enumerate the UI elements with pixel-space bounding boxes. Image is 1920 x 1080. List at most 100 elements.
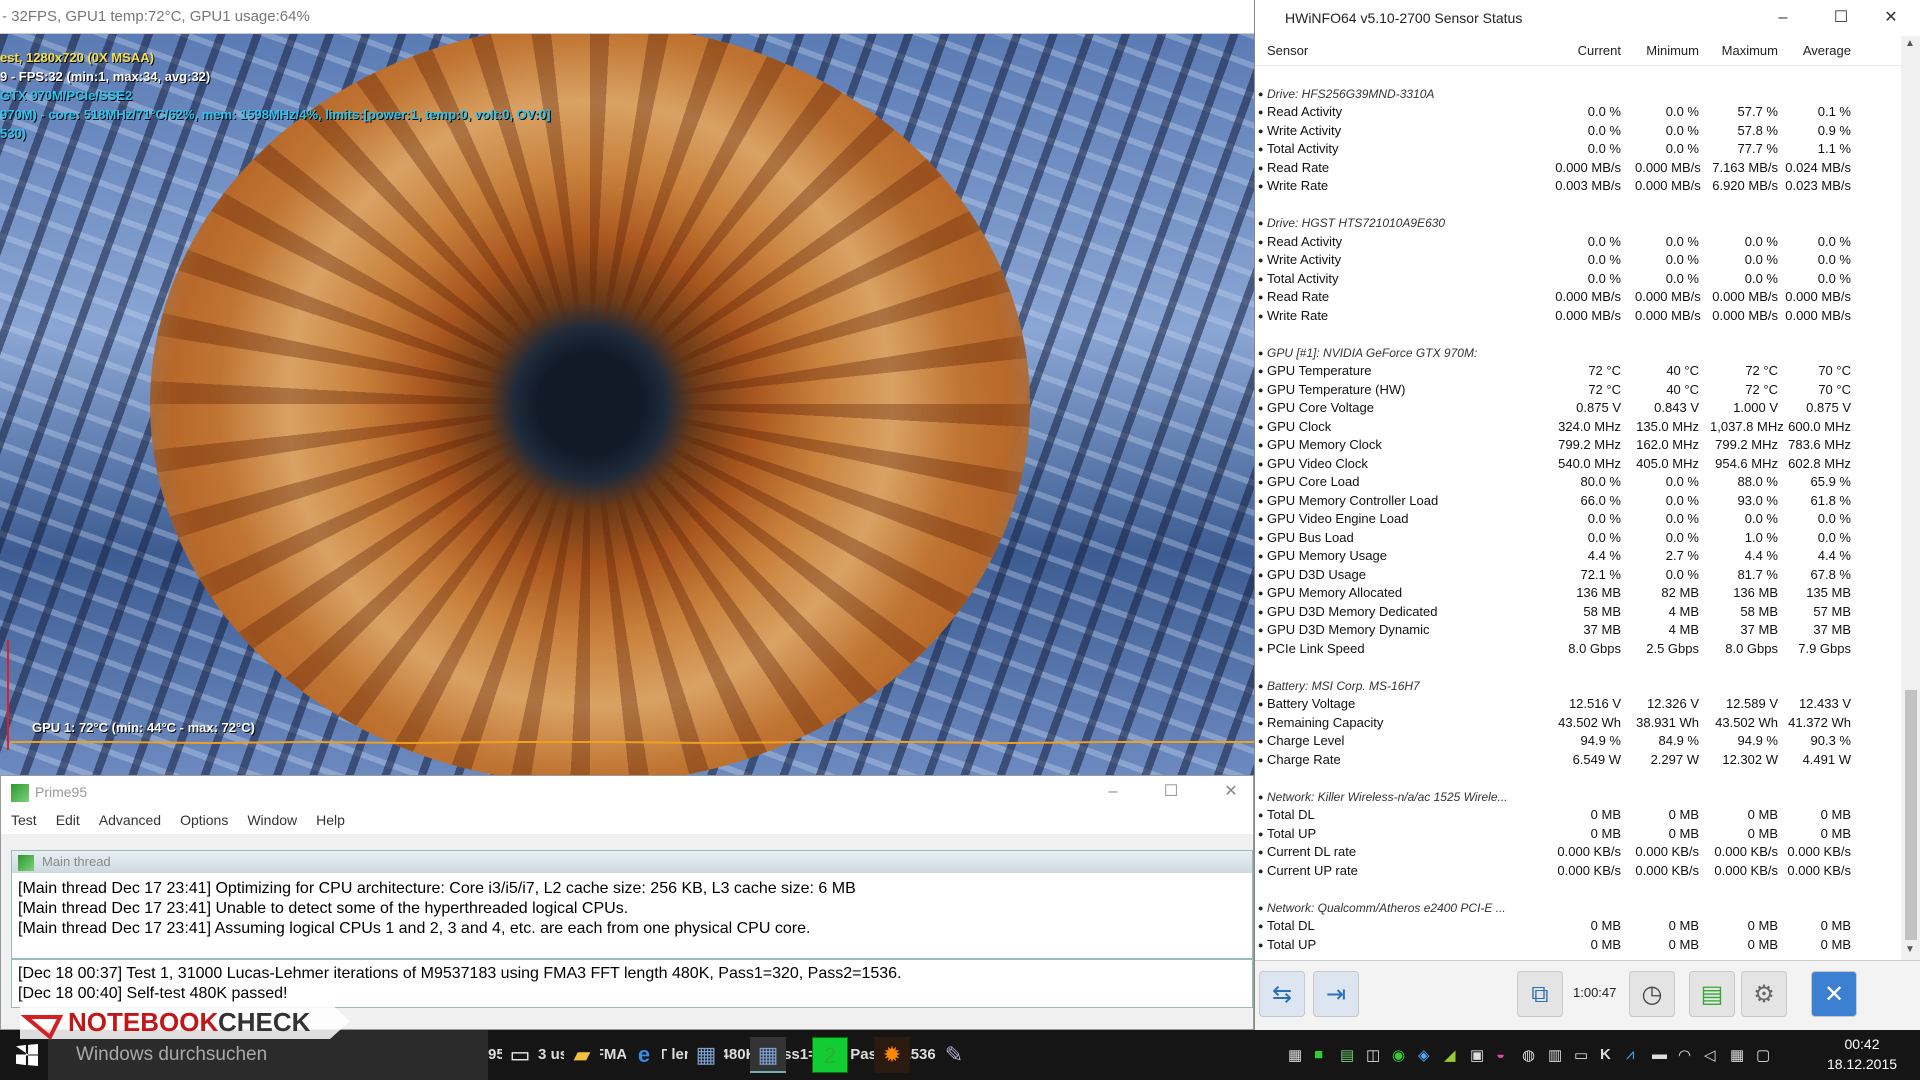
sensor-group-row[interactable]: ● Drive: HGST HTS721010A9E630 xyxy=(1255,214,1901,233)
keyboard-icon[interactable]: ▦ xyxy=(1730,1046,1744,1064)
col-minimum[interactable]: Minimum xyxy=(1635,43,1699,58)
col-average[interactable]: Average xyxy=(1785,43,1851,58)
hwinfo-active-taskbar-icon[interactable]: ▦ xyxy=(750,1037,786,1073)
volume-icon[interactable]: ◁ xyxy=(1704,1046,1716,1064)
tray-icon-6[interactable]: ◈ xyxy=(1418,1046,1430,1064)
col-sensor[interactable]: Sensor xyxy=(1267,43,1308,58)
sensor-value-avg: 61.8 % xyxy=(1810,492,1851,508)
close-button[interactable]: ✕ xyxy=(1201,776,1261,808)
task-view-icon[interactable]: ▭ xyxy=(502,1037,538,1073)
tray-icon-8[interactable]: ▣ xyxy=(1470,1046,1484,1064)
sensor-group-row[interactable]: ● Battery: MSI Corp. MS-16H7 xyxy=(1255,677,1901,696)
sensor-row[interactable]: ● Write Activity 0.0 % 0.0 % 0.0 % 0.0 % xyxy=(1255,251,1901,270)
sensor-row[interactable]: ● GPU Memory Clock 799.2 MHz 162.0 MHz 799.2… xyxy=(1255,436,1901,455)
menu-options[interactable]: Options xyxy=(170,808,237,828)
menu-test[interactable]: Test xyxy=(1,808,46,828)
sensor-row[interactable]: ● Read Activity 0.0 % 0.0 % 57.7 % 0.1 % xyxy=(1255,103,1901,122)
settings-gear-icon[interactable]: ⚙ xyxy=(1741,971,1787,1017)
edge-browser-icon[interactable]: e xyxy=(626,1037,662,1073)
taskbar-clock[interactable]: 00:42 18.12.2015 xyxy=(1812,1034,1912,1074)
tray-icon-11[interactable]: ▥ xyxy=(1548,1046,1562,1064)
sensor-row[interactable]: ● GPU Video Engine Load 0.0 % 0.0 % 0.0 % 0.0… xyxy=(1255,510,1901,529)
notifications-icon[interactable]: ▢ xyxy=(1756,1046,1770,1064)
sensor-row[interactable]: ● GPU Clock 324.0 MHz 135.0 MHz 1,037.8 MHz 6… xyxy=(1255,418,1901,437)
tray-icon-13[interactable]: K xyxy=(1600,1046,1611,1063)
sensor-row[interactable]: ● GPU Memory Usage 4.4 % 2.7 % 4.4 % 4.4 % xyxy=(1255,547,1901,566)
sensor-row[interactable]: ● GPU Bus Load 0.0 % 0.0 % 1.0 % 0.0 % xyxy=(1255,529,1901,548)
network-computers-icon[interactable]: ⧉ xyxy=(1517,971,1563,1017)
sensor-row[interactable]: ● Read Activity 0.0 % 0.0 % 0.0 % 0.0 % xyxy=(1255,233,1901,252)
expand-arrows-icon[interactable]: ⇆ xyxy=(1259,971,1305,1017)
sensor-group-row[interactable]: ● Drive: HFS256G39MND-3310A xyxy=(1255,85,1901,104)
sensor-row[interactable]: ● Write Rate 0.003 MB/s 0.000 MB/s 6.920 MB/… xyxy=(1255,177,1901,196)
sensor-row[interactable]: ● Total DL 0 MB 0 MB 0 MB 0 MB xyxy=(1255,806,1901,825)
hw-minimize-button[interactable]: – xyxy=(1753,2,1813,34)
prime95-taskbar-icon[interactable]: 2 xyxy=(812,1037,848,1073)
sensor-value-cur: 66.0 % xyxy=(1580,492,1621,508)
sensor-row[interactable]: ● GPU Temperature 72 °C 40 °C 72 °C 70 °C xyxy=(1255,362,1901,381)
close-sensors-icon[interactable]: ✕ xyxy=(1811,971,1857,1017)
menu-edit[interactable]: Edit xyxy=(46,808,89,828)
menu-help[interactable]: Help xyxy=(306,808,354,828)
sensor-row[interactable]: ● GPU Memory Allocated 136 MB 82 MB 136 MB 13… xyxy=(1255,584,1901,603)
sensor-row[interactable]: ● Write Rate 0.000 MB/s 0.000 MB/s 0.000 MB/… xyxy=(1255,307,1901,326)
sensor-group-row[interactable]: ● Network: Qualcomm/Atheros e2400 PCI-E .… xyxy=(1255,899,1901,918)
sensor-group-row[interactable]: ● Network: Killer Wireless-n/a/ac 1525 Wi… xyxy=(1255,788,1901,807)
nvidia-tray-icon[interactable]: ◉ xyxy=(1392,1046,1405,1064)
sensor-row[interactable]: ● Write Activity 0.0 % 0.0 % 57.8 % 0.9 % xyxy=(1255,122,1901,141)
sensor-row[interactable]: ● Total DL 0 MB 0 MB 0 MB 0 MB xyxy=(1255,917,1901,936)
sensor-row[interactable]: ● Total Activity 0.0 % 0.0 % 77.7 % 1.1 % xyxy=(1255,140,1901,159)
sensor-row[interactable]: ● Current UP rate 0.000 KB/s 0.000 KB/s 0.00… xyxy=(1255,862,1901,881)
sensor-row[interactable]: ● Charge Level 94.9 % 84.9 % 94.9 % 90.3 % xyxy=(1255,732,1901,751)
add-report-icon[interactable]: ▤ xyxy=(1689,971,1735,1017)
tray-icon-9[interactable]: ◒ xyxy=(1496,1046,1505,1063)
battery-icon[interactable]: ▬ xyxy=(1652,1046,1667,1063)
sensor-row[interactable]: ● Total Activity 0.0 % 0.0 % 0.0 % 0.0 % xyxy=(1255,270,1901,289)
sensor-row[interactable]: ● GPU Memory Controller Load 66.0 % 0.0 % 93… xyxy=(1255,492,1901,511)
main-thread-window[interactable]: Main thread [Main thread Dec 17 23:41] O… xyxy=(11,850,1253,972)
sensor-row[interactable]: ● GPU Core Voltage 0.875 V 0.843 V 1.000 V 0.… xyxy=(1255,399,1901,418)
sensor-row[interactable]: ● Charge Rate 6.549 W 2.297 W 12.302 W 4.491 … xyxy=(1255,751,1901,770)
scroll-up-icon[interactable]: ▲ xyxy=(1905,38,1915,49)
tray-icon-4[interactable]: ◫ xyxy=(1366,1046,1380,1064)
sensor-row[interactable]: ● GPU Temperature (HW) 72 °C 40 °C 72 °C 70 °… xyxy=(1255,381,1901,400)
tray-icon-7[interactable]: ◢ xyxy=(1444,1046,1456,1064)
menu-window[interactable]: Window xyxy=(237,808,306,828)
hw-close-button[interactable]: ✕ xyxy=(1861,2,1920,34)
sensor-row[interactable]: ● Battery Voltage 12.516 V 12.326 V 12.589 V… xyxy=(1255,695,1901,714)
sensor-row[interactable]: ● GPU Video Clock 540.0 MHz 405.0 MHz 954.6 … xyxy=(1255,455,1901,474)
col-maximum[interactable]: Maximum xyxy=(1710,43,1778,58)
tray-icon-12[interactable]: ▭ xyxy=(1574,1046,1588,1064)
hwinfo-taskbar-icon[interactable]: ▦ xyxy=(688,1037,724,1073)
sensor-row[interactable]: ● GPU Core Load 80.0 % 0.0 % 88.0 % 65.9 % xyxy=(1255,473,1901,492)
tray-icon-3[interactable]: ▤ xyxy=(1340,1046,1354,1064)
sensor-row[interactable]: ● GPU D3D Memory Dedicated 58 MB 4 MB 58 MB 5… xyxy=(1255,603,1901,622)
sensor-row[interactable]: ● Current DL rate 0.000 KB/s 0.000 KB/s 0.00… xyxy=(1255,843,1901,862)
minimize-button[interactable]: – xyxy=(1083,776,1143,808)
tray-icon-10[interactable]: ◍ xyxy=(1522,1046,1535,1064)
scroll-down-icon[interactable]: ▼ xyxy=(1905,944,1915,955)
clock-icon[interactable]: ◷ xyxy=(1629,971,1675,1017)
tray-icon-14[interactable]: ⩘ xyxy=(1626,1046,1634,1063)
file-explorer-icon[interactable]: ▰ xyxy=(564,1037,600,1073)
maximize-button[interactable]: ☐ xyxy=(1141,776,1201,808)
sensor-label: GPU Memory Allocated xyxy=(1267,585,1403,600)
sensor-row[interactable]: ● Read Rate 0.000 MB/s 0.000 MB/s 7.163 MB/s… xyxy=(1255,159,1901,178)
col-current[interactable]: Current xyxy=(1555,43,1621,58)
tray-icon-2[interactable]: ■ xyxy=(1314,1046,1323,1063)
scrollbar-thumb[interactable] xyxy=(1905,690,1917,940)
wifi-icon[interactable]: ◠ xyxy=(1678,1046,1691,1064)
pen-tool-taskbar-icon[interactable]: ✎ xyxy=(936,1037,972,1073)
sensor-row[interactable]: ● Total UP 0 MB 0 MB 0 MB 0 MB xyxy=(1255,825,1901,844)
sensor-group-row[interactable]: ● GPU [#1]: NVIDIA GeForce GTX 970M: xyxy=(1255,344,1901,363)
tray-icon-1[interactable]: ▦ xyxy=(1288,1046,1302,1064)
sensor-row[interactable]: ● Read Rate 0.000 MB/s 0.000 MB/s 0.000 MB/s… xyxy=(1255,288,1901,307)
sensor-row[interactable]: ● Remaining Capacity 43.502 Wh 38.931 Wh 43.… xyxy=(1255,714,1901,733)
furmark-taskbar-icon[interactable]: ✹ xyxy=(874,1037,910,1073)
sensor-row[interactable]: ● Total UP 0 MB 0 MB 0 MB 0 MB xyxy=(1255,936,1901,955)
sensor-row[interactable]: ● GPU D3D Memory Dynamic 37 MB 4 MB 37 MB 37 … xyxy=(1255,621,1901,640)
sensor-row[interactable]: ● PCIe Link Speed 8.0 Gbps 2.5 Gbps 8.0 Gbps… xyxy=(1255,640,1901,659)
collapse-arrows-icon[interactable]: ⇥ xyxy=(1313,971,1359,1017)
menu-advanced[interactable]: Advanced xyxy=(89,808,170,828)
sensor-row[interactable]: ● GPU D3D Usage 72.1 % 0.0 % 81.7 % 67.8 % xyxy=(1255,566,1901,585)
